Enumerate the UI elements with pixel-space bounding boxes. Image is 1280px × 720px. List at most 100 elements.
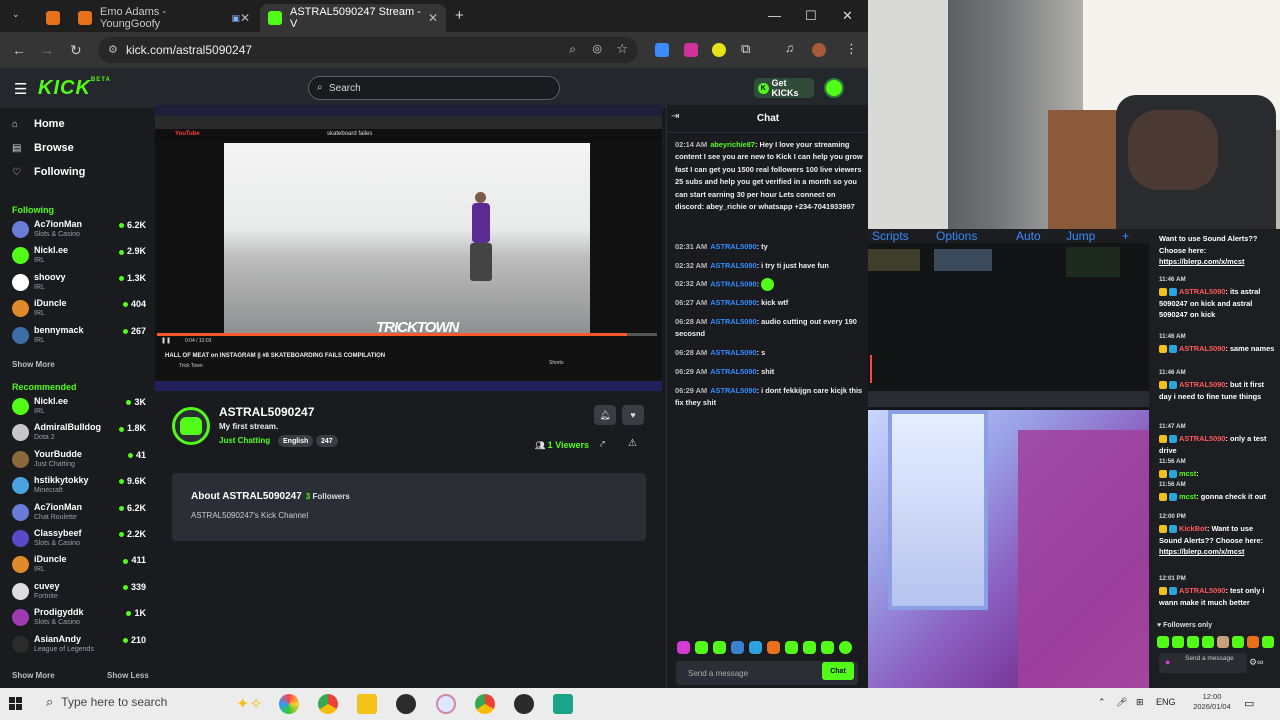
message-username[interactable]: ASTRAL5090	[710, 261, 756, 270]
obs-menu-jump[interactable]: Jump	[1066, 229, 1095, 243]
obs-menu-options[interactable]: Options	[936, 229, 977, 243]
kick-logo[interactable]: KICKBETA	[38, 77, 111, 100]
message-username[interactable]: ASTRAL5090	[710, 317, 756, 326]
close-window-button[interactable]: ✕	[842, 8, 853, 24]
extension-icon[interactable]	[655, 43, 669, 57]
new-tab-button[interactable]: +	[455, 7, 464, 24]
sidebar-channel[interactable]: Ac7ionMan Chat Roulette 6.2K	[12, 501, 146, 525]
maximize-button[interactable]: ☐	[805, 8, 817, 24]
sidebar-channel[interactable]: iDuncle IRL 411	[12, 553, 146, 577]
chrome-icon[interactable]	[475, 694, 495, 714]
app-icon[interactable]	[514, 694, 534, 714]
close-tab-icon[interactable]: ✕	[240, 11, 250, 25]
share-icon[interactable]: ⤤	[600, 439, 605, 450]
eye-off-icon[interactable]: ◎	[592, 42, 602, 55]
obs-menu-scripts[interactable]: Scripts	[872, 229, 909, 243]
nav-browse[interactable]: ▤ Browse	[12, 142, 74, 154]
show-less-recommended[interactable]: Show Less	[107, 671, 149, 680]
zoom-icon[interactable]: ⌕	[569, 42, 576, 57]
message-username[interactable]: ASTRAL5090	[710, 279, 756, 288]
tab-pinned[interactable]	[38, 4, 62, 32]
reload-icon[interactable]: ↻	[70, 42, 82, 59]
profile-avatar[interactable]	[812, 43, 826, 57]
mic-icon[interactable]: 🎤︎	[1116, 697, 1127, 708]
extension-icon[interactable]	[684, 43, 698, 57]
report-icon[interactable]: ⚠	[628, 438, 637, 449]
category-link[interactable]: Just Chatting	[219, 436, 270, 445]
overlay-chat-input[interactable]: Send a message	[1159, 653, 1247, 673]
sidebar-channel[interactable]: cuvey Fortnite 339	[12, 580, 146, 604]
obs-menu-add[interactable]: +	[1122, 229, 1129, 243]
message-username[interactable]: ASTRAL5090	[710, 367, 756, 376]
tab-astral-stream[interactable]: ASTRAL5090247 Stream - V ✕	[260, 4, 446, 32]
sidebar-channel[interactable]: AdmiralBulldog Dota 2 1.8K	[12, 421, 146, 445]
chrome-icon[interactable]	[318, 694, 338, 714]
forward-icon[interactable]: →	[40, 42, 54, 58]
tray-chevron-icon[interactable]: ⌃	[1098, 697, 1106, 708]
minimize-button[interactable]: —	[768, 8, 781, 23]
obs-menu-auto[interactable]: Auto	[1016, 229, 1041, 243]
media-control-icon[interactable]: ♫	[785, 41, 794, 55]
file-explorer-icon[interactable]	[357, 694, 377, 714]
site-info-icon[interactable]: ⚙	[108, 43, 118, 56]
bookmark-star-icon[interactable]: ☆	[616, 41, 628, 57]
notification-bell-button[interactable]: 🔔︎	[594, 405, 616, 425]
language-indicator[interactable]: ENG	[1156, 697, 1176, 707]
windows-start-icon[interactable]	[9, 697, 23, 711]
show-more-recommended[interactable]: Show More	[12, 671, 55, 680]
chat-send-button[interactable]: Chat	[822, 662, 854, 680]
nav-home[interactable]: ⌂ Home	[12, 118, 65, 130]
photos-app-icon[interactable]	[279, 694, 299, 714]
overlay-emote-icon[interactable]: ●	[1165, 657, 1170, 667]
search-input[interactable]: ⌕ Search	[308, 76, 560, 100]
hamburger-menu-icon[interactable]: ☰	[14, 80, 27, 98]
message-username[interactable]: ASTRAL5090	[710, 298, 756, 307]
get-kicks-button[interactable]: K Get KICKs	[754, 78, 814, 98]
sidebar-channel[interactable]: shoovy IRL 1.3K	[12, 271, 146, 295]
overlay-settings-icon[interactable]: ⚙︎∞	[1249, 657, 1263, 668]
play-pause-icon[interactable]: ❚❚	[161, 337, 171, 344]
back-icon[interactable]: ←	[12, 42, 26, 58]
message-username[interactable]: ASTRAL5090	[710, 386, 756, 395]
sidebar-channel[interactable]: Ac7ionMan Slots & Casino 6.2K	[12, 218, 146, 242]
user-avatar[interactable]	[824, 78, 844, 98]
notifications-icon[interactable]: ▭	[1244, 697, 1254, 710]
message-username[interactable]: ASTRAL5090	[710, 242, 756, 251]
sidebar-channel[interactable]: YourBudde Just Chatting 41	[12, 448, 146, 472]
sidebar-channel[interactable]: Nickl.ee IRL 3K	[12, 395, 146, 419]
channel-avatar	[12, 398, 29, 415]
overlay-link[interactable]: https://blerp.com/x/mcst	[1159, 257, 1244, 266]
extension-icon[interactable]	[712, 43, 726, 57]
close-tab-icon[interactable]: ✕	[428, 11, 438, 25]
clock[interactable]: 12:00 2026/01/04	[1190, 692, 1234, 712]
network-icon[interactable]: ⊞	[1136, 697, 1144, 708]
follow-heart-button[interactable]: ♥	[622, 405, 644, 425]
message-username[interactable]: ASTRAL5090	[710, 348, 756, 357]
taskbar-search[interactable]: ⌕ Type here to search	[46, 694, 167, 710]
video-progress-bar[interactable]	[157, 333, 657, 336]
sidebar-channel[interactable]: Classybeef Slots & Casino 2.2K	[12, 527, 146, 551]
tag-247[interactable]: 247	[316, 435, 338, 447]
app-icon[interactable]	[436, 694, 456, 714]
app-icon[interactable]	[553, 694, 573, 714]
address-bar[interactable]: ⚙ kick.com/astral5090247 ⌕ ◎ ☆	[98, 37, 638, 63]
sidebar-channel[interactable]: Nickl.ee IRL 2.9K	[12, 244, 146, 268]
sidebar-channel[interactable]: Prodigyddk Slots & Casino 1K	[12, 606, 146, 630]
nav-following[interactable]: ♡ Following	[12, 166, 85, 178]
sidebar-channel[interactable]: bennymack IRL 267	[12, 324, 146, 348]
puzzle-icon[interactable]: ⧉	[741, 41, 750, 57]
overlay-link[interactable]: https://blerp.com/x/mcst	[1159, 547, 1244, 556]
tag-english[interactable]: English	[278, 435, 314, 447]
show-more-following[interactable]: Show More	[12, 360, 55, 369]
sidebar-channel[interactable]: hstikkytokky Minecraft 9.6K	[12, 474, 146, 498]
streamer-name[interactable]: ASTRAL5090247	[219, 405, 314, 419]
sidebar-channel[interactable]: AsianAndy League of Legends 210	[12, 633, 146, 657]
message-username[interactable]: abeyrichie87	[710, 140, 755, 149]
sidebar-channel[interactable]: iDuncle IRL 404	[12, 297, 146, 321]
tab-search-icon[interactable]: ⌄	[12, 9, 20, 20]
streamer-avatar[interactable]	[172, 407, 210, 445]
obs-icon[interactable]	[396, 694, 416, 714]
video-player[interactable]: YouTube skateboard failes TRICKTOWN ❚❚ 0…	[155, 105, 662, 391]
menu-dots-icon[interactable]: ⋮	[845, 41, 858, 57]
tab-emo-adams[interactable]: Emo Adams - YoungGoofy ▣ ✕	[70, 4, 258, 32]
